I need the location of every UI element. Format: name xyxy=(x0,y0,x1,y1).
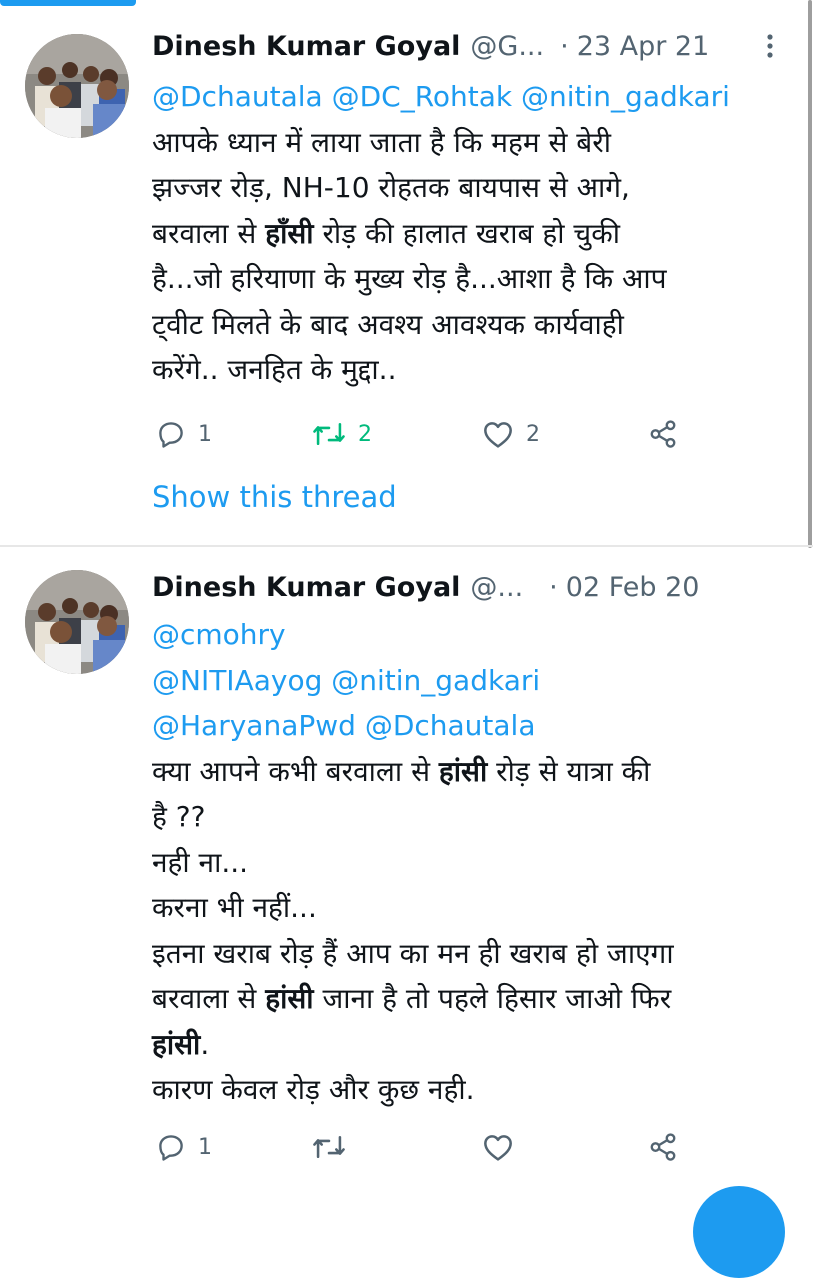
text-line: आपके ध्यान में लाया जाता है कि महम से बे… xyxy=(152,125,612,159)
text-segment: . xyxy=(200,1027,210,1061)
tweet-text: @Dchautala @DC_Rohtak @nitin_gadkari आपक… xyxy=(152,74,785,393)
text-line: नही ना... xyxy=(152,845,249,879)
avatar-photo xyxy=(25,570,129,674)
tweet-date[interactable]: 23 Apr 21 xyxy=(577,31,710,62)
text-line: झज्जर रोड़, NH-10 रोहतक बायपास से आगे, xyxy=(152,171,630,204)
more-icon[interactable] xyxy=(755,32,785,60)
author-handle[interactable]: @G... xyxy=(470,31,544,62)
author-handle[interactable]: @... xyxy=(470,572,523,603)
tweet[interactable]: Dinesh Kumar Goyal @... · 02 Feb 20 @cmo… xyxy=(0,547,813,1200)
retweet-icon xyxy=(313,423,345,445)
retweet-button[interactable] xyxy=(312,1127,346,1167)
highlighted-word: हांसी xyxy=(152,1027,201,1061)
text-line: क्या आपने कभी बरवाला से हांसी रोड़ से या… xyxy=(152,749,785,795)
text-segment: जाना है तो पहले हिसार जाओ फिर xyxy=(313,982,672,1015)
text-line: करेंगे.. जनहित के मुद्दा.. xyxy=(152,353,397,386)
retweet-button[interactable]: 2 xyxy=(312,414,372,454)
highlighted-word: हाँसी xyxy=(265,216,314,250)
avatar[interactable] xyxy=(25,34,129,138)
tweet-header: Dinesh Kumar Goyal @... · 02 Feb 20 xyxy=(152,567,785,607)
share-icon xyxy=(650,1133,676,1161)
like-icon xyxy=(484,1135,512,1161)
mention-link[interactable]: @cmohry xyxy=(152,612,785,658)
reply-button[interactable]: 1 xyxy=(156,1127,212,1167)
text-line: बरवाला से हांसी जाना है तो पहले हिसार जा… xyxy=(152,976,785,1022)
like-button[interactable]: 2 xyxy=(482,414,540,454)
highlighted-word: हांसी xyxy=(265,982,314,1015)
text-segment: बरवाला से xyxy=(152,982,266,1015)
tweet[interactable]: Dinesh Kumar Goyal @G... · 23 Apr 21 @Dc… xyxy=(0,0,813,545)
text-segment: रोड़ से यात्रा की xyxy=(487,754,651,788)
show-thread-link[interactable]: Show this thread xyxy=(152,480,397,514)
text-line: कारण केवल रोड़ और कुछ नही. xyxy=(152,1073,475,1106)
highlighted-word: हांसी xyxy=(438,754,488,788)
mentions-line[interactable]: @Dchautala @DC_Rohtak @nitin_gadkari xyxy=(152,74,785,120)
reply-count: 1 xyxy=(198,421,212,447)
reply-count: 1 xyxy=(198,1134,212,1160)
text-segment: रोड़ की हालात खराब हो चुकी xyxy=(313,216,620,250)
share-button[interactable] xyxy=(648,414,678,454)
avatar-photo xyxy=(25,34,129,138)
retweet-icon xyxy=(313,1136,345,1158)
separator-dot: · xyxy=(549,571,558,603)
share-icon xyxy=(650,420,676,448)
text-line: करना भी नहीं... xyxy=(152,891,317,924)
reply-icon xyxy=(159,1135,183,1161)
text-line: बरवाला से हाँसी रोड़ की हालात खराब हो चु… xyxy=(152,211,785,257)
tweet-actions: 1 2 2 xyxy=(152,414,785,454)
tweet-text: @cmohry @NITIAayog @nitin_gadkari @Harya… xyxy=(152,612,785,1113)
text-line: है ?? xyxy=(152,800,206,833)
tweet-actions: 1 xyxy=(152,1127,785,1167)
share-button[interactable] xyxy=(648,1127,678,1167)
text-line: है...जो हरियाणा के मुख्य रोड़ है...आशा ह… xyxy=(152,262,667,295)
text-line: इतना खराब रोड़ हैं आप का मन ही खराब हो ज… xyxy=(152,936,674,970)
like-button[interactable] xyxy=(482,1127,514,1167)
separator-dot: · xyxy=(560,30,569,62)
like-icon xyxy=(484,422,512,448)
text-line: ट्वीट मिलते के बाद अवश्य आवश्यक कार्यवाह… xyxy=(152,307,624,341)
author-name[interactable]: Dinesh Kumar Goyal xyxy=(152,31,460,62)
avatar[interactable] xyxy=(25,570,129,674)
retweet-count: 2 xyxy=(358,421,372,447)
author-name[interactable]: Dinesh Kumar Goyal xyxy=(152,572,460,603)
reply-button[interactable]: 1 xyxy=(156,414,212,454)
mention-link[interactable]: @NITIAayog @nitin_gadkari xyxy=(152,658,785,704)
text-segment: क्या आपने कभी बरवाला से xyxy=(152,754,439,788)
mention-link[interactable]: @HaryanaPwd @Dchautala xyxy=(152,703,785,749)
text-segment: बरवाला से xyxy=(152,216,266,250)
reply-icon xyxy=(159,422,183,448)
text-line: हांसी. xyxy=(152,1022,785,1068)
tweet-date[interactable]: 02 Feb 20 xyxy=(566,572,700,603)
like-count: 2 xyxy=(526,421,540,447)
tweet-header: Dinesh Kumar Goyal @G... · 23 Apr 21 xyxy=(152,26,785,66)
